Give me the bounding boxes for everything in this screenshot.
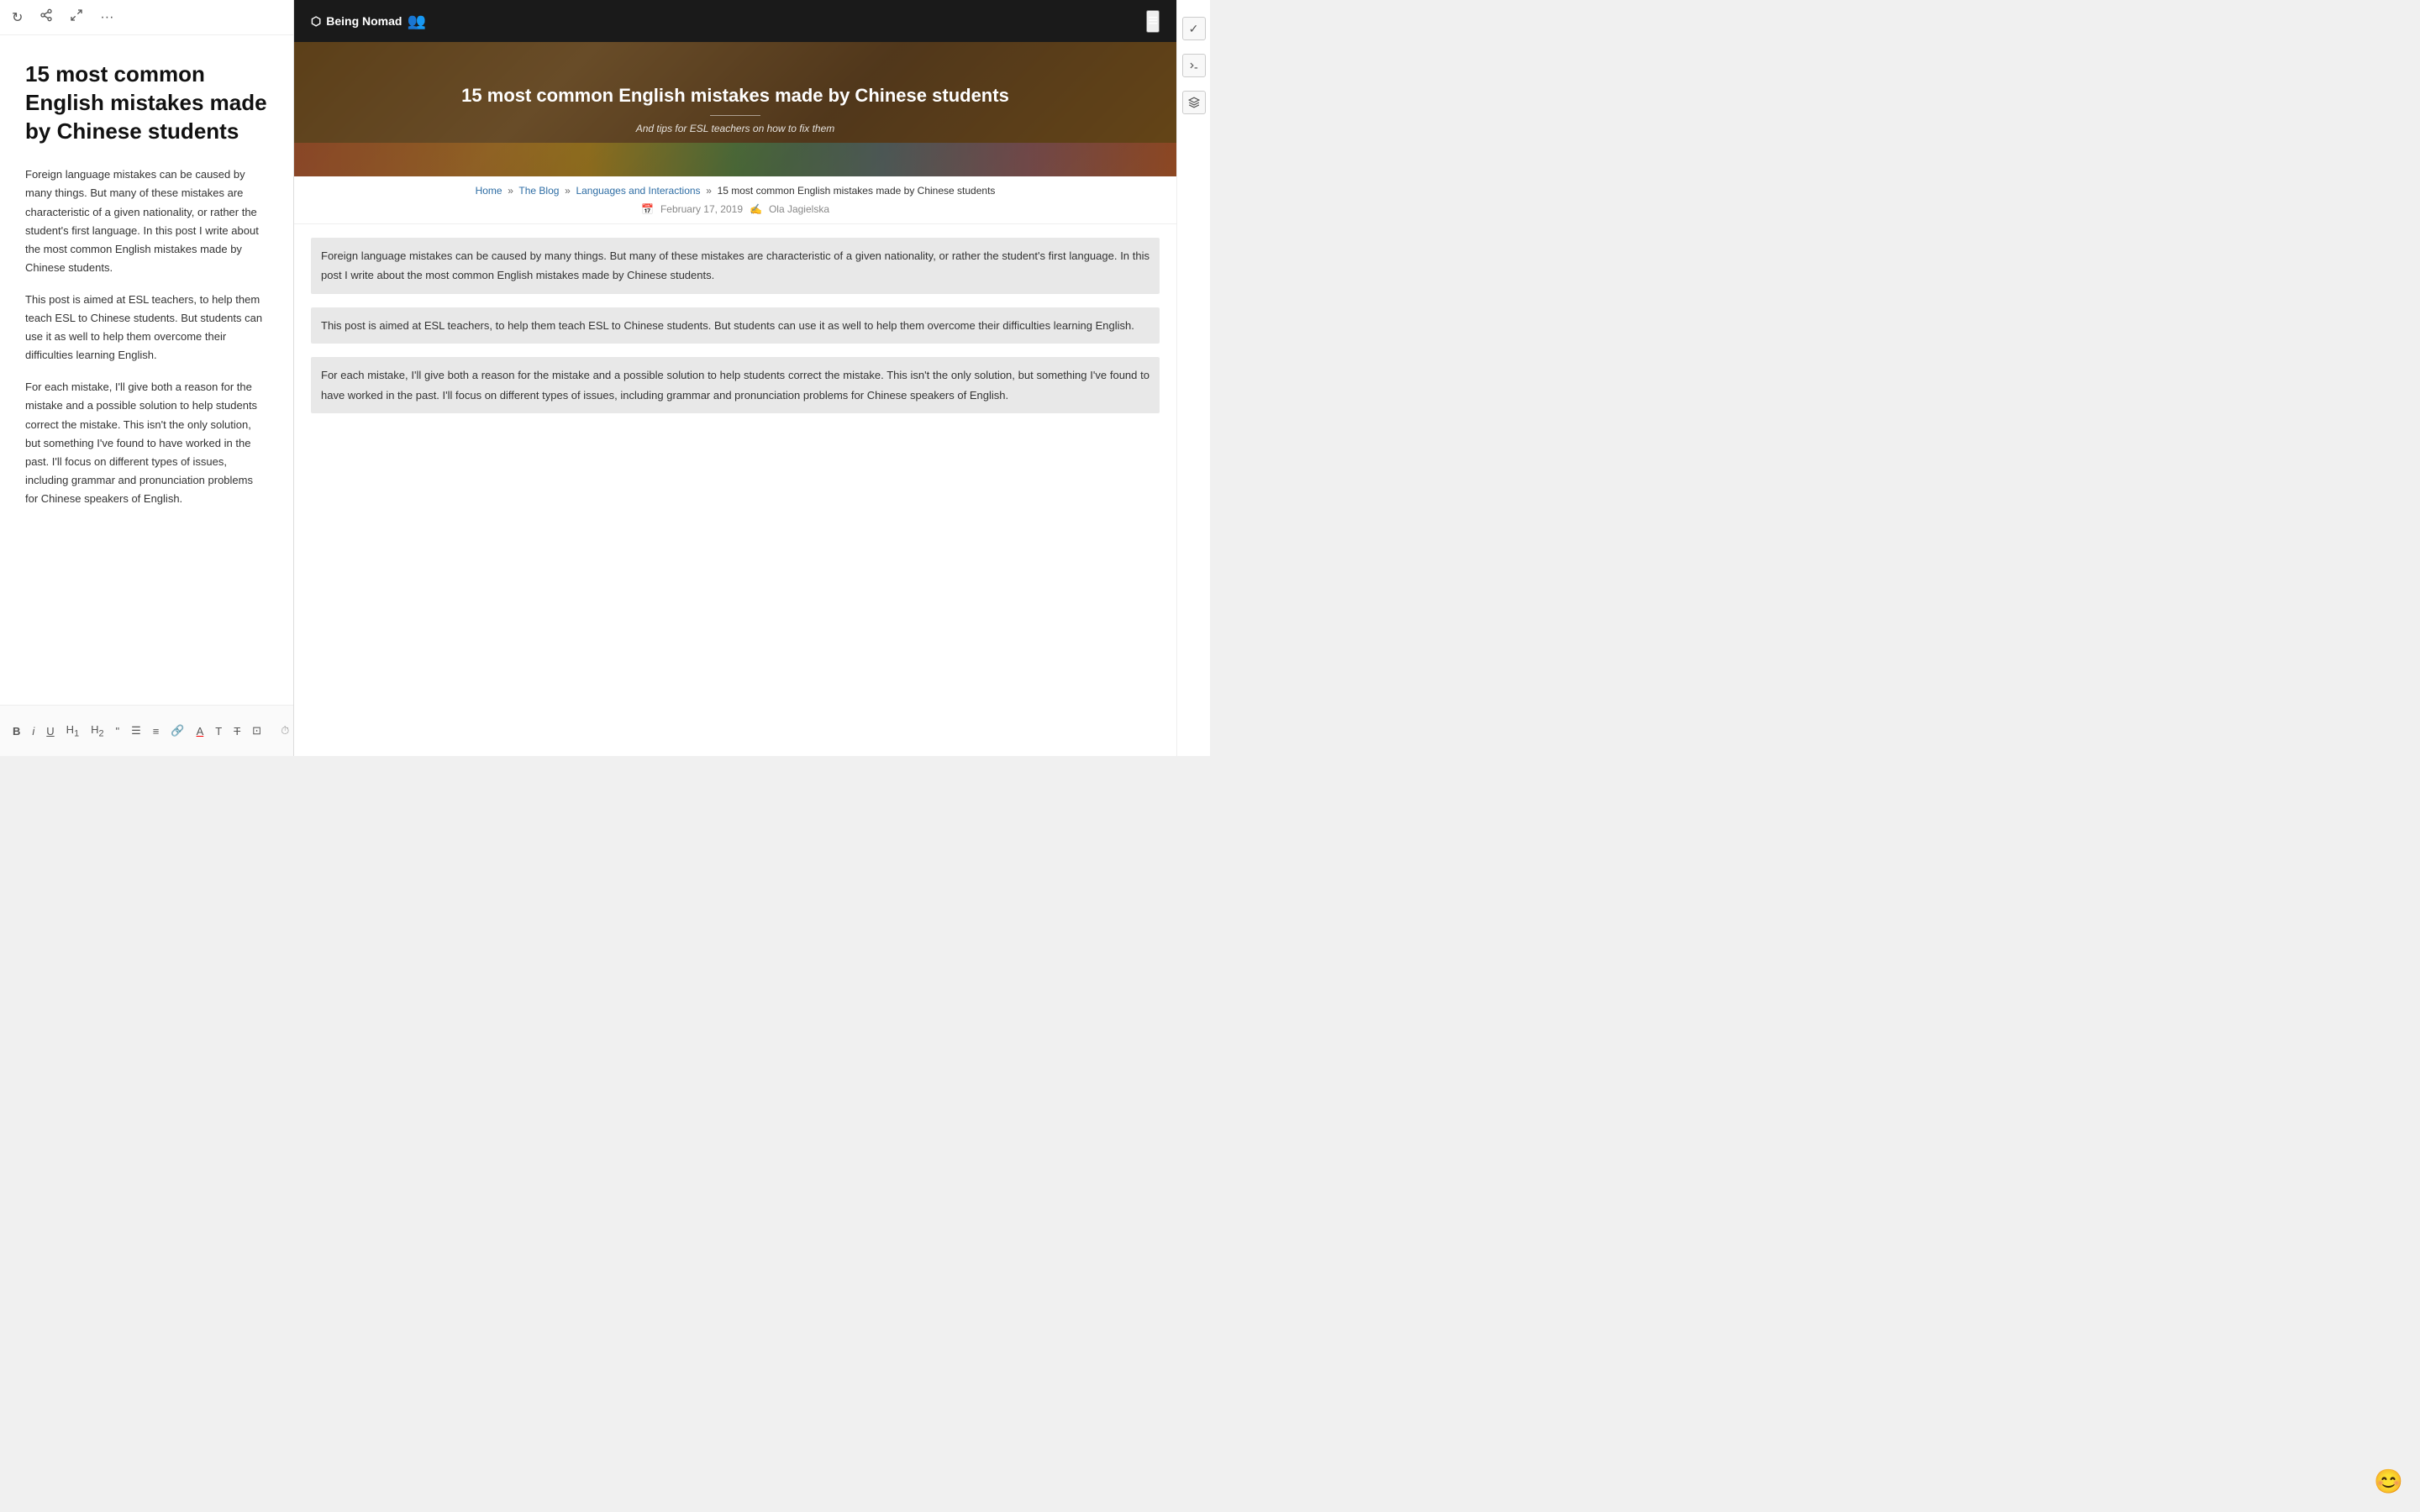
article-date: February 17, 2019 xyxy=(660,203,743,215)
editor-body: Foreign language mistakes can be caused … xyxy=(25,165,268,508)
italic-button[interactable]: i xyxy=(29,723,37,739)
list-ordered-button[interactable]: ≡ xyxy=(150,723,162,739)
breadcrumb-section: Home » The Blog » Languages and Interact… xyxy=(294,176,1176,224)
hero-section: 15 most common English mistakes made by … xyxy=(294,42,1176,176)
check-icon-button[interactable]: ✓ xyxy=(1182,17,1206,40)
hero-subtitle: And tips for ESL teachers on how to fix … xyxy=(461,123,1009,134)
editor-para-3: For each mistake, I'll give both a reaso… xyxy=(25,378,268,508)
pencils-decoration xyxy=(294,143,1176,176)
preview-panel: ⬡ Being Nomad 👥 ≡ 15 most common English… xyxy=(294,0,1210,756)
strikethrough-button[interactable]: T xyxy=(231,723,243,739)
editor-bottom-toolbar: B i U H1 H2 " ☰ ≡ 🔗 A T T ⊡ ⏱ 129 单词 ▾ xyxy=(0,705,293,756)
layers-icon-button[interactable] xyxy=(1182,91,1206,114)
clock-icon: ⏱ xyxy=(281,724,289,738)
image-button[interactable]: ⊡ xyxy=(250,722,264,739)
article-author: Ola Jagielska xyxy=(769,203,829,215)
logo-text: Being Nomad xyxy=(326,14,402,28)
underline-button[interactable]: U xyxy=(44,723,56,739)
right-sidebar: ✓ xyxy=(1176,0,1210,756)
site-logo: ⬡ Being Nomad 👥 xyxy=(311,13,426,30)
editor-content: 15 most common English mistakes made by … xyxy=(0,35,293,705)
website-view: ⬡ Being Nomad 👥 ≡ 15 most common English… xyxy=(294,0,1176,756)
article-para-2: This post is aimed at ESL teachers, to h… xyxy=(311,307,1160,344)
share-button[interactable] xyxy=(38,7,55,28)
h2-button[interactable]: H2 xyxy=(88,722,106,741)
text-color-button[interactable]: A xyxy=(194,723,207,739)
hero-content: 15 most common English mistakes made by … xyxy=(461,84,1009,134)
site-nav: ⬡ Being Nomad 👥 ≡ xyxy=(294,0,1176,42)
breadcrumb-category[interactable]: Languages and Interactions xyxy=(576,185,700,197)
editor-top-toolbar: ↻ ··· xyxy=(0,0,293,35)
list-bullet-button[interactable]: ☰ xyxy=(129,722,144,739)
editor-title: 15 most common English mistakes made by … xyxy=(25,60,268,145)
calendar-icon: 📅 xyxy=(641,203,654,215)
code-icon-button[interactable] xyxy=(1182,54,1206,77)
logo-people-icon: 👥 xyxy=(407,13,425,30)
quote-button[interactable]: " xyxy=(113,723,123,739)
bottom-emoji: 😊 xyxy=(2374,1467,2403,1495)
logo-icon: ⬡ xyxy=(311,14,321,29)
link-button[interactable]: 🔗 xyxy=(168,722,187,739)
bold-button[interactable]: B xyxy=(10,723,23,739)
hero-divider xyxy=(710,115,760,116)
hero-title: 15 most common English mistakes made by … xyxy=(461,84,1009,108)
h1-button[interactable]: H1 xyxy=(64,722,82,741)
breadcrumb-home[interactable]: Home xyxy=(476,185,502,197)
more-button[interactable]: ··· xyxy=(98,8,115,27)
editor-para-2: This post is aimed at ESL teachers, to h… xyxy=(25,291,268,365)
hamburger-menu[interactable]: ≡ xyxy=(1146,10,1160,33)
text-style-button[interactable]: T xyxy=(213,723,224,739)
article-para-3: For each mistake, I'll give both a reaso… xyxy=(311,357,1160,413)
editor-panel: ↻ ··· 15 most common English mistakes ma… xyxy=(0,0,294,756)
breadcrumb-current: 15 most common English mistakes made by … xyxy=(718,185,996,197)
editor-para-1: Foreign language mistakes can be caused … xyxy=(25,165,268,277)
expand-button[interactable] xyxy=(68,7,85,28)
author-icon: ✍ xyxy=(750,203,762,215)
article-body: Foreign language mistakes can be caused … xyxy=(294,224,1176,440)
refresh-button[interactable]: ↻ xyxy=(10,8,24,28)
article-para-1: Foreign language mistakes can be caused … xyxy=(311,238,1160,294)
breadcrumb-blog[interactable]: The Blog xyxy=(518,185,559,197)
article-meta: 📅 February 17, 2019 ✍ Ola Jagielska xyxy=(311,197,1160,215)
